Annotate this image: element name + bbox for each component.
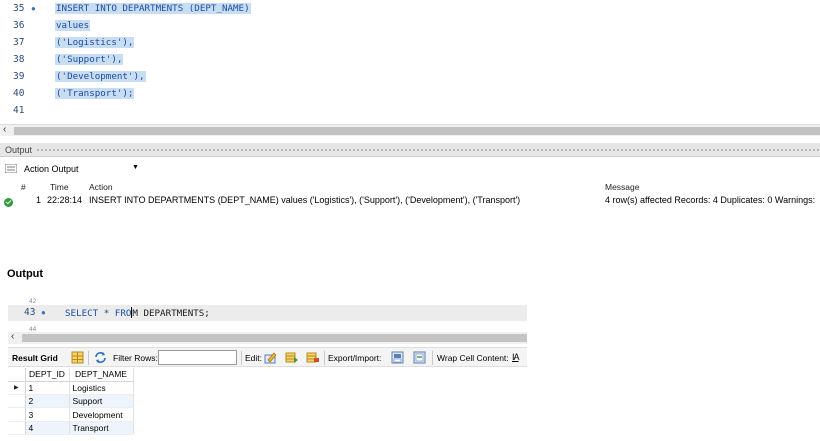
toolbar-separator: [432, 351, 433, 365]
row-action[interactable]: INSERT INTO DEPARTMENTS (DEPT_NAME) valu…: [89, 195, 594, 209]
table-row[interactable]: 2 Support: [8, 394, 134, 409]
cell-dept-id[interactable]: 4: [25, 421, 70, 435]
scroll-left-icon[interactable]: ‹: [3, 124, 6, 135]
editor-horizontal-scrollbar[interactable]: ‹: [8, 331, 527, 344]
line-number: 35: [13, 3, 25, 14]
toolbar-separator: [241, 351, 242, 365]
cell-dept-id[interactable]: 2: [25, 394, 70, 409]
code-text[interactable]: INSERT INTO DEPARTMENTS (DEPT_NAME): [55, 3, 251, 14]
statement-marker-icon: ●: [41, 308, 46, 317]
cell-dept-name[interactable]: Development: [69, 407, 134, 422]
editor-horizontal-scrollbar[interactable]: ‹: [0, 124, 820, 136]
column-header-message[interactable]: Message: [605, 182, 640, 192]
line-number: 37: [13, 37, 25, 48]
editor-line[interactable]: 40 ('Transport');: [0, 86, 820, 103]
line-number: 38: [13, 54, 25, 65]
delete-row-icon[interactable]: [306, 351, 319, 364]
row-message[interactable]: 4 row(s) affected Records: 4 Duplicates:…: [605, 195, 818, 209]
sql-editor[interactable]: 35 ● INSERT INTO DEPARTMENTS (DEPT_NAME)…: [0, 0, 820, 124]
resize-grip[interactable]: [36, 148, 820, 152]
result-grid-toolbar: Result Grid Filter Rows: Edit: Export/Im…: [8, 347, 527, 367]
editor-line[interactable]: 39 ('Development'),: [0, 69, 820, 86]
edit-label: Edit:: [245, 353, 263, 363]
statement-marker-icon: ●: [31, 4, 36, 13]
editor-line[interactable]: 35 ● INSERT INTO DEPARTMENTS (DEPT_NAME): [0, 1, 820, 18]
output-list-icon: [5, 164, 17, 173]
code-text[interactable]: ('Support'),: [55, 54, 124, 65]
wrap-cell-content-label: Wrap Cell Content:: [437, 353, 509, 363]
sql-editor-query[interactable]: 42 43 ● SELECT * FROM DEPARTMENTS; 44: [8, 298, 527, 333]
code-text[interactable]: ('Development'),: [55, 71, 146, 82]
scroll-left-icon[interactable]: ‹: [11, 331, 14, 342]
output-toolbar: Action Output ▼: [0, 159, 820, 179]
line-number: 39: [13, 71, 25, 82]
cell-dept-id[interactable]: 3: [25, 407, 70, 422]
line-number: 41: [13, 105, 25, 116]
success-check-icon: [4, 198, 13, 207]
current-row-indicator-icon[interactable]: ▶: [8, 381, 26, 396]
filter-rows-input[interactable]: [158, 350, 237, 365]
code-before-cursor: SELECT * FRO: [65, 308, 132, 319]
result-grid[interactable]: DEPT_ID DEPT_NAME ▶ 1 Logistics 2 Suppor…: [8, 368, 134, 435]
wrap-cell-icon[interactable]: IA: [512, 352, 519, 362]
output-type-select[interactable]: Action Output ▼: [22, 162, 140, 176]
toolbar-separator: [88, 351, 89, 365]
column-header-action[interactable]: Action: [89, 182, 113, 192]
add-row-icon[interactable]: [285, 351, 298, 364]
export-icon[interactable]: [391, 351, 404, 364]
column-header-index[interactable]: #: [21, 182, 26, 192]
editor-line[interactable]: 37 ('Logistics'),: [0, 35, 820, 52]
output-panel-header[interactable]: Output: [0, 143, 820, 157]
import-icon[interactable]: [413, 351, 426, 364]
output-type-value: Action Output: [24, 164, 79, 174]
row-header[interactable]: [8, 407, 26, 422]
refresh-icon[interactable]: [94, 351, 107, 364]
row-time: 22:28:14: [47, 195, 83, 205]
dropdown-arrow-icon[interactable]: ▼: [132, 164, 139, 171]
grid-view-icon[interactable]: [71, 351, 84, 364]
table-row[interactable]: ▶ 1 Logistics: [8, 381, 134, 396]
edit-row-icon[interactable]: [264, 351, 277, 364]
output-panel-title: Output: [5, 145, 33, 155]
cell-dept-name[interactable]: Logistics: [69, 381, 134, 396]
table-row[interactable]: 4 Transport: [8, 421, 134, 435]
table-row[interactable]: 3 Development: [8, 407, 134, 422]
code-text[interactable]: ('Logistics'),: [55, 37, 135, 48]
column-header-dept-id[interactable]: DEPT_ID: [25, 368, 70, 382]
line-number: 43: [24, 307, 36, 318]
editor-line[interactable]: 36 values: [0, 18, 820, 35]
cell-dept-name[interactable]: Support: [69, 394, 134, 409]
code-text[interactable]: ('Transport');: [55, 88, 135, 99]
line-number-partial: 42: [29, 298, 37, 305]
scrollbar-thumb[interactable]: [22, 334, 527, 342]
cell-dept-name[interactable]: Transport: [69, 421, 134, 435]
toolbar-separator: [324, 351, 325, 365]
code-after-cursor: M DEPARTMENTS;: [132, 308, 210, 319]
current-editor-line[interactable]: 43 ● SELECT * FROM DEPARTMENTS;: [8, 305, 527, 321]
row-header-corner[interactable]: [8, 368, 26, 382]
row-header[interactable]: [8, 394, 26, 409]
line-number: 40: [13, 88, 25, 99]
row-header[interactable]: [8, 421, 26, 435]
line-number: 36: [13, 20, 25, 31]
editor-line[interactable]: 41: [0, 103, 820, 120]
code-text[interactable]: values: [55, 20, 91, 31]
column-header-dept-name[interactable]: DEPT_NAME: [69, 368, 134, 382]
section-caption: Output: [7, 268, 44, 280]
table-header-row: DEPT_ID DEPT_NAME: [8, 368, 134, 382]
code-text[interactable]: SELECT * FROM DEPARTMENTS;: [65, 307, 210, 319]
editor-line[interactable]: 38 ('Support'),: [0, 52, 820, 69]
cell-dept-id[interactable]: 1: [25, 381, 70, 396]
row-index: 1: [36, 195, 42, 205]
scrollbar-thumb[interactable]: [14, 127, 820, 135]
export-import-label: Export/Import:: [328, 353, 382, 363]
filter-rows-label: Filter Rows:: [113, 353, 158, 363]
column-header-time[interactable]: Time: [50, 182, 69, 192]
result-grid-tab[interactable]: Result Grid: [12, 353, 58, 363]
